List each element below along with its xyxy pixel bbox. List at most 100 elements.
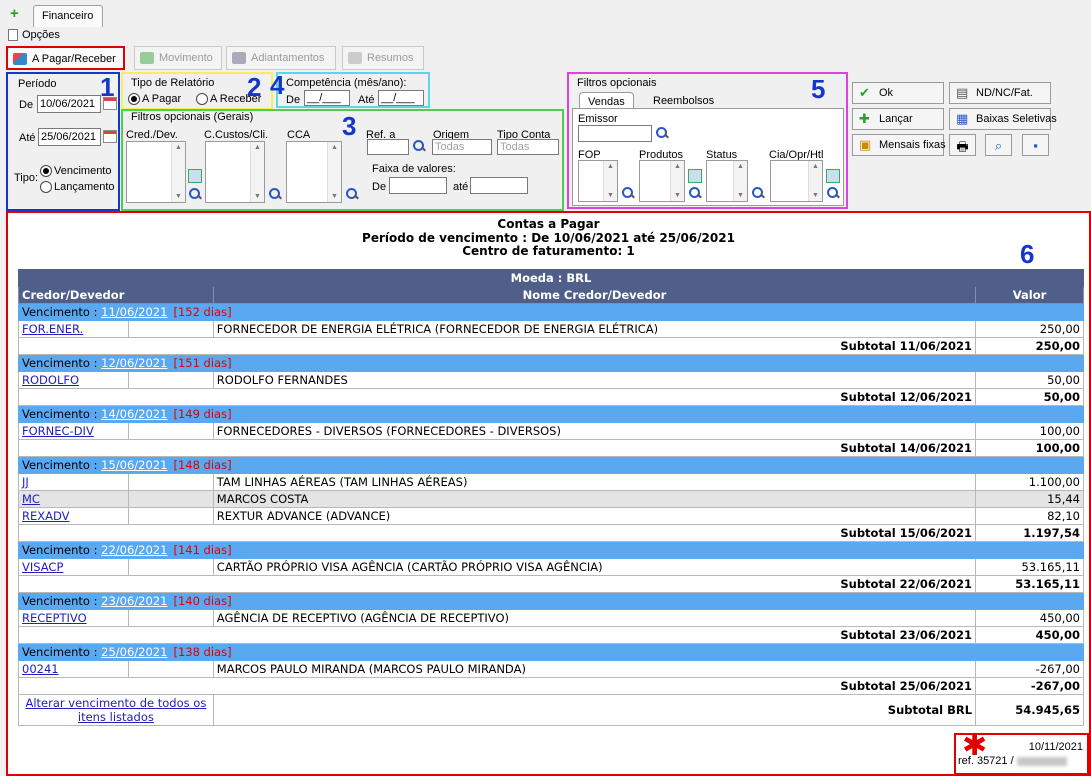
scrollbar[interactable]	[250, 142, 264, 202]
vencimento-row: Vencimento : 11/06/2021 [152 dias]	[18, 303, 1084, 321]
credor-code-link[interactable]: RECEPTIVO	[22, 611, 87, 625]
radio-on-icon	[40, 165, 52, 178]
status-list[interactable]	[706, 160, 748, 202]
search-icon[interactable]	[412, 139, 426, 153]
document-icon: ▤	[956, 85, 969, 100]
calendar-icon[interactable]	[103, 130, 117, 143]
baixas-seletivas-button[interactable]: ▦ Baixas Seletivas	[949, 108, 1057, 130]
search-icon[interactable]	[688, 186, 702, 200]
moeda-header: Moeda : BRL	[18, 269, 1084, 287]
cia-list[interactable]	[770, 160, 823, 202]
subtotal-row: Subtotal 12/06/2021 50,00	[17, 388, 1084, 406]
produtos-list[interactable]	[639, 160, 685, 202]
report-periodo: Período de vencimento : De 10/06/2021 at…	[362, 231, 735, 245]
a-pagar-receber-button[interactable]: A Pagar/Receber	[6, 46, 125, 70]
search-icon[interactable]	[751, 186, 765, 200]
vencimento-row: Vencimento : 23/06/2021 [140 dias]	[18, 592, 1084, 610]
radio-lancamento[interactable]: Lançamento	[40, 181, 115, 194]
select-icon[interactable]	[188, 169, 202, 183]
vencimento-date-link[interactable]: 15/06/2021	[101, 458, 167, 472]
emissor-input[interactable]	[578, 125, 652, 142]
competencia-ate-input[interactable]: __/___	[378, 90, 424, 106]
emissor-label: Emissor	[578, 113, 618, 125]
credor-code-link[interactable]: RODOLFO	[22, 373, 79, 387]
options-icon	[8, 29, 18, 42]
credor-code-link[interactable]: VISACP	[22, 560, 63, 574]
subtotal-row: Subtotal 15/06/2021 1.197,54	[17, 524, 1084, 542]
scrollbar[interactable]	[171, 142, 185, 202]
search-icon[interactable]	[621, 186, 635, 200]
credor-code-link[interactable]: MC	[22, 492, 40, 506]
radio-a-receber[interactable]: A Receber	[196, 93, 261, 106]
credor-code-link[interactable]: JJ	[22, 475, 29, 489]
subtotal-row: Subtotal 14/06/2021 100,00	[17, 439, 1084, 457]
fop-list[interactable]	[578, 160, 618, 202]
scrollbar[interactable]	[327, 142, 341, 202]
annotation-4: 4	[270, 70, 285, 100]
search-icon[interactable]	[826, 186, 840, 200]
faixa-de-label: De	[372, 181, 387, 193]
dias-badge: [138 dias]	[173, 645, 232, 659]
movimento-button[interactable]: Movimento	[134, 46, 222, 70]
search-icon[interactable]	[268, 187, 282, 201]
vencimento-date-link[interactable]: 25/06/2021	[101, 645, 167, 659]
preview-button[interactable]: ⌕	[985, 134, 1012, 156]
vencimento-date-link[interactable]: 22/06/2021	[101, 543, 167, 557]
row-value: 250,00	[975, 320, 1084, 338]
menu-opcoes[interactable]: Opções	[8, 29, 60, 43]
tipo-conta-select[interactable]: Todas	[497, 139, 559, 155]
calendar-icon[interactable]	[103, 97, 117, 110]
vencimento-date-link[interactable]: 12/06/2021	[101, 356, 167, 370]
pay-receive-icon	[13, 53, 27, 65]
scrollbar[interactable]	[808, 161, 822, 201]
radio-a-pagar[interactable]: A Pagar	[128, 93, 181, 106]
cca-list[interactable]	[286, 141, 342, 203]
resumos-button[interactable]: Resumos	[342, 46, 424, 70]
origem-select[interactable]: Todas	[432, 139, 492, 155]
competencia-de-input[interactable]: __/___	[304, 90, 350, 106]
credor-code-link[interactable]: 00241	[22, 662, 59, 676]
search-icon[interactable]	[188, 187, 202, 201]
faixa-de-input[interactable]	[389, 177, 447, 194]
alterar-vencimento-link[interactable]: Alterar vencimento de todos os itens lis…	[25, 696, 206, 724]
lancar-button[interactable]: ✚ Lançar	[852, 108, 944, 130]
subtotal-value: 53.165,11	[975, 575, 1084, 593]
dias-badge: [141 dias]	[173, 543, 232, 557]
select-icon[interactable]	[826, 169, 840, 183]
credor-code-link[interactable]: FORNEC-DIV	[22, 424, 94, 438]
mensais-fixas-button[interactable]: ▣ Mensais fixas	[852, 134, 946, 156]
vencimento-date-link[interactable]: 23/06/2021	[101, 594, 167, 608]
search-icon[interactable]	[655, 126, 669, 140]
ref-a-input[interactable]	[367, 139, 409, 155]
ok-button[interactable]: ✔ Ok	[852, 82, 944, 104]
faixa-ate-input[interactable]	[470, 177, 528, 194]
save-button[interactable]: ▪	[1022, 134, 1049, 156]
credor-code-link[interactable]: REXADV	[22, 509, 70, 523]
print-button[interactable]: 🖶	[949, 134, 976, 156]
credor-code-link[interactable]: FOR.ENER.	[22, 322, 83, 336]
periodo-ate-input[interactable]: 25/06/2021	[38, 128, 101, 146]
select-icon[interactable]	[688, 169, 702, 183]
vencimento-date-link[interactable]: 14/06/2021	[101, 407, 167, 421]
scrollbar[interactable]	[603, 161, 617, 201]
tab-financeiro[interactable]: Financeiro	[33, 5, 103, 27]
scrollbar[interactable]	[733, 161, 747, 201]
scrollbar[interactable]	[670, 161, 684, 201]
adiantamentos-button[interactable]: Adiantamentos	[226, 46, 336, 70]
total-row: Alterar vencimento de todos os itens lis…	[18, 694, 1084, 726]
radio-off-icon	[40, 181, 52, 194]
subtotal-label: Subtotal 22/06/2021	[17, 575, 977, 593]
ate-label: Até	[19, 132, 36, 144]
nd-nc-fat-button[interactable]: ▤ ND/NC/Fat.	[949, 82, 1051, 104]
ccustos-list[interactable]	[205, 141, 265, 203]
annotation-3: 3	[342, 111, 357, 141]
plus-icon[interactable]: +	[10, 6, 22, 21]
vencimento-date-link[interactable]: 11/06/2021	[101, 305, 167, 319]
cred-dev-list[interactable]	[126, 141, 186, 203]
footer-box: ✱ 10/11/2021 ref. 35721 /	[954, 731, 1089, 775]
radio-vencimento[interactable]: Vencimento	[40, 165, 111, 178]
search-icon[interactable]	[345, 187, 359, 201]
periodo-de-input[interactable]: 10/06/2021	[37, 95, 101, 113]
dias-badge: [151 dias]	[173, 356, 232, 370]
filtros-opcionais-title: Filtros opcionais	[577, 77, 657, 89]
